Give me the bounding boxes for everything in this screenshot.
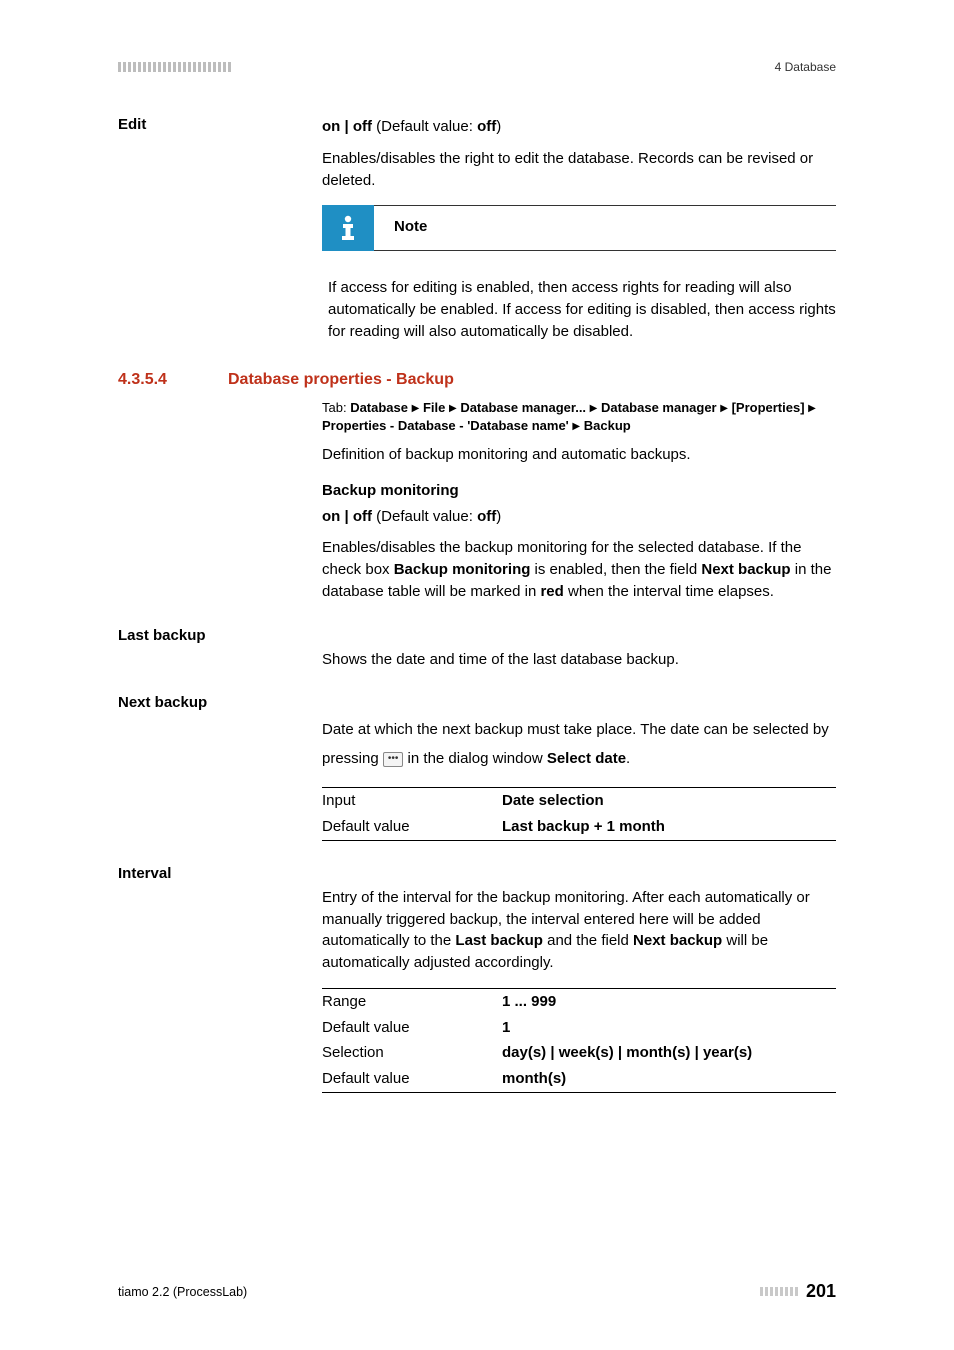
edit-onoff-suffix: ) (496, 118, 501, 135)
edit-default-label: (Default value: (372, 118, 477, 135)
nb-default-label: Default value (322, 816, 502, 838)
section-title: Database properties - Backup (228, 371, 454, 388)
next-backup-label: Next backup (118, 694, 207, 711)
page-header: 4 Database (118, 60, 836, 74)
tab-path: Tab: Database ▶ File ▶ Database manager.… (322, 399, 836, 437)
interval-desc: Entry of the interval for the backup mon… (322, 887, 836, 974)
nb-input-value: Date selection (502, 790, 604, 812)
ellipsis-button-icon: ••• (383, 752, 404, 767)
int-range-value: 1 ... 999 (502, 991, 556, 1013)
next-backup-table: Input Date selection Default value Last … (322, 787, 836, 841)
int-selection-value: day(s) | week(s) | month(s) | year(s) (502, 1042, 752, 1064)
footer-decor-bars (760, 1287, 798, 1296)
page-footer: tiamo 2.2 (ProcessLab) 201 (118, 1281, 836, 1302)
note-label: Note (374, 206, 836, 250)
footer-product: tiamo 2.2 (ProcessLab) (118, 1285, 247, 1299)
header-decor-bars (118, 62, 231, 72)
next-backup-desc: Date at which the next backup must take … (322, 716, 836, 773)
backup-monitoring-onoff: on | off (Default value: off) (322, 506, 836, 528)
nb-default-value: Last backup + 1 month (502, 816, 665, 838)
bm-onoff-options: on | off (322, 508, 372, 525)
note-box: Note If access for editing is enabled, t… (322, 205, 836, 342)
edit-default-value: off (477, 118, 496, 135)
backup-monitoring-heading: Backup monitoring (322, 480, 836, 502)
int-default2-value: month(s) (502, 1068, 566, 1090)
bm-onoff-suffix: ) (496, 508, 501, 525)
interval-table: Range 1 ... 999 Default value 1 Selectio… (322, 988, 836, 1093)
interval-label: Interval (118, 865, 171, 882)
header-chapter: 4 Database (775, 60, 836, 74)
edit-onoff: on | off (Default value: off) (322, 116, 836, 138)
int-default2-label: Default value (322, 1068, 502, 1090)
section-definition: Definition of backup monitoring and auto… (322, 444, 836, 466)
edit-onoff-options: on | off (322, 118, 372, 135)
edit-label: Edit (118, 116, 146, 133)
page-number: 201 (806, 1281, 836, 1302)
bm-default-label: (Default value: (372, 508, 477, 525)
section-number: 4.3.5.4 (118, 371, 167, 388)
info-icon (322, 205, 374, 251)
int-default1-label: Default value (322, 1017, 502, 1039)
edit-desc: Enables/disables the right to edit the d… (322, 148, 836, 192)
note-body: If access for editing is enabled, then a… (322, 251, 836, 342)
backup-monitoring-desc: Enables/disables the backup monitoring f… (322, 537, 836, 602)
int-default1-value: 1 (502, 1017, 510, 1039)
last-backup-desc: Shows the date and time of the last data… (322, 649, 836, 671)
int-selection-label: Selection (322, 1042, 502, 1064)
last-backup-label: Last backup (118, 627, 206, 644)
bm-default-value: off (477, 508, 496, 525)
nb-input-label: Input (322, 790, 502, 812)
int-range-label: Range (322, 991, 502, 1013)
